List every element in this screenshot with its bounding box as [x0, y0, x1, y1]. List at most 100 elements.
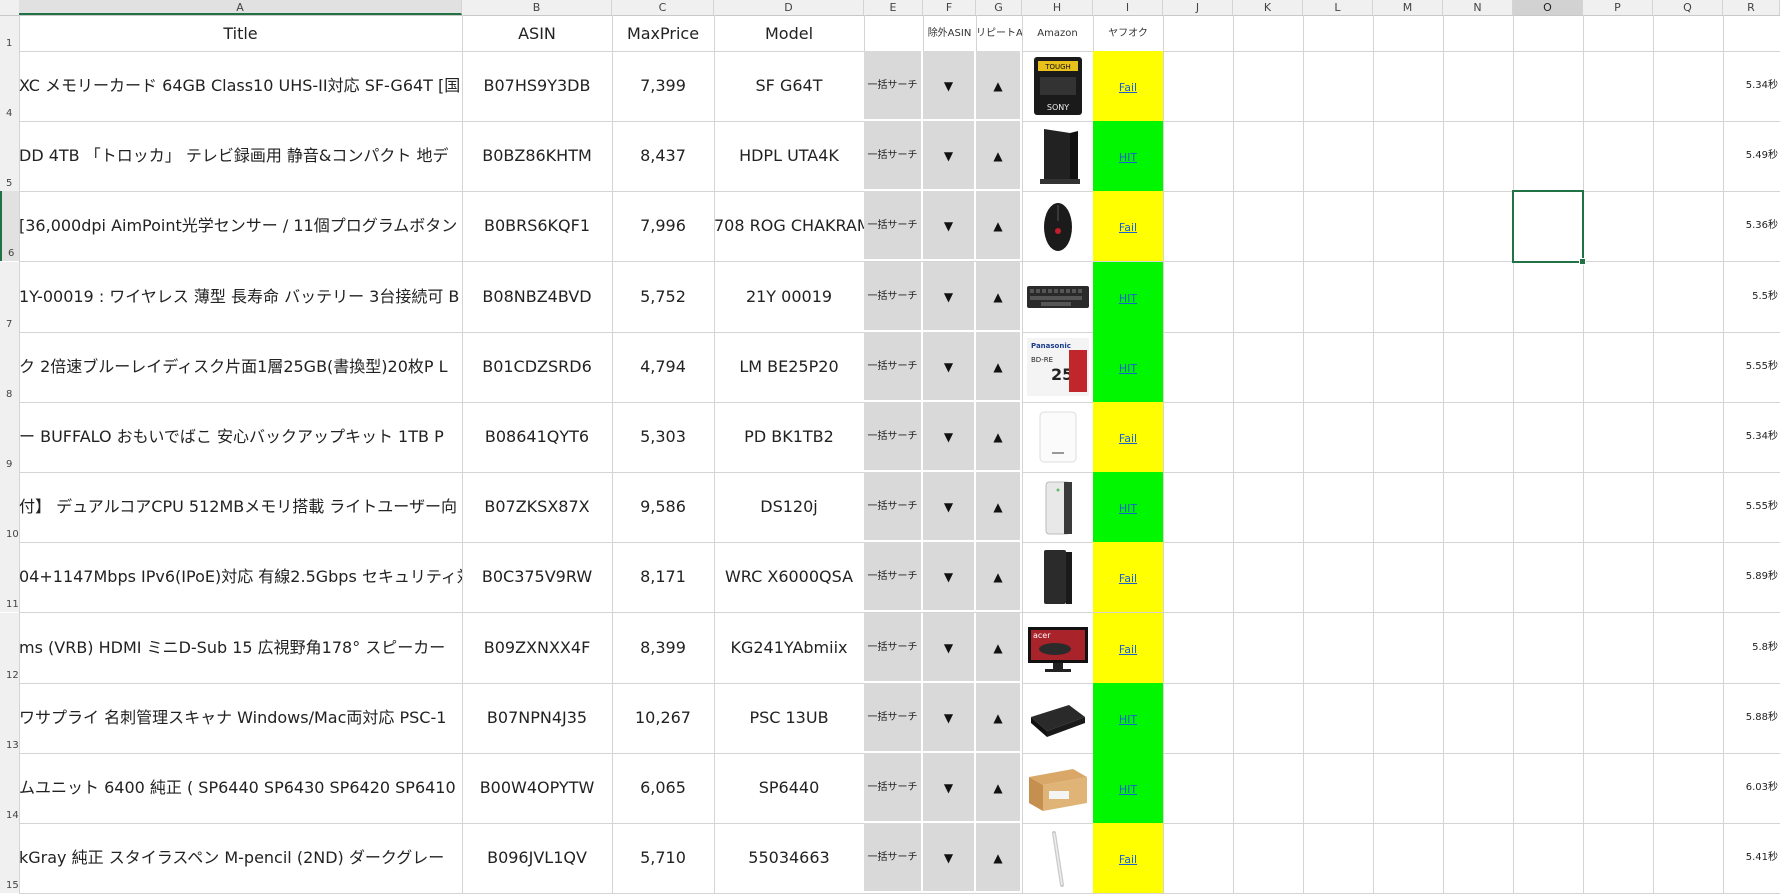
column-header-c[interactable]: C [612, 0, 714, 15]
column-header-i[interactable]: I [1093, 0, 1163, 15]
column-header-k[interactable]: K [1233, 0, 1303, 15]
cell-title[interactable]: 付】 デュアルコアCPU 512MBメモリ搭載 ライトユーザー向 [19, 472, 462, 542]
cell-elapsed-time[interactable]: 5.36秒 [1723, 191, 1780, 261]
column-header-j[interactable]: J [1163, 0, 1233, 15]
cell-elapsed-time[interactable]: 5.89秒 [1723, 542, 1780, 612]
repeat-asin-up-button[interactable]: ▲ [976, 402, 1022, 472]
bulk-search-button[interactable]: 一括サーチ [864, 121, 923, 191]
cell-asin[interactable]: B09ZXNXX4F [462, 613, 612, 683]
cell-model[interactable]: PD BK1TB2 [714, 402, 864, 472]
cell-elapsed-time[interactable]: 6.03秒 [1723, 753, 1780, 823]
cell-model[interactable]: LM BE25P20 [714, 332, 864, 402]
cell-asin[interactable]: B08641QYT6 [462, 402, 612, 472]
column-header-l[interactable]: L [1303, 0, 1373, 15]
row-header-4[interactable]: 4 [0, 51, 19, 121]
cell-model[interactable]: PSC 13UB [714, 683, 864, 753]
bulk-search-button[interactable]: 一括サーチ [864, 191, 923, 261]
hit-link[interactable]: HIT [1119, 362, 1137, 375]
cell-asin[interactable]: B08NBZ4BVD [462, 262, 612, 332]
repeat-asin-up-button[interactable]: ▲ [976, 191, 1022, 261]
column-header-g[interactable]: G [976, 0, 1022, 15]
cell-title[interactable]: ムユニット 6400 純正 ( SP6440 SP6430 SP6420 SP6… [19, 753, 462, 823]
cell-maxprice[interactable]: 5,710 [612, 823, 714, 893]
cell-model[interactable]: SF G64T [714, 51, 864, 121]
spreadsheet[interactable]: ABCDEFGHIJKLMNOPQR 1 4 5 6 7 8 9 10 11 12 13 14 15 T… [0, 0, 1780, 894]
row-header-13[interactable]: 13 [0, 683, 19, 753]
column-header-a[interactable]: A [19, 0, 462, 15]
cell-title[interactable]: [36,000dpi AimPoint光学センサー / 11個プログラムボタン [19, 191, 462, 261]
cell-asin[interactable]: B07HS9Y3DB [462, 51, 612, 121]
cell-maxprice[interactable]: 5,303 [612, 402, 714, 472]
row-header-9[interactable]: 9 [0, 402, 19, 472]
cell-maxprice[interactable]: 5,752 [612, 262, 714, 332]
cell-elapsed-time[interactable]: 5.88秒 [1723, 683, 1780, 753]
cell-elapsed-time[interactable]: 5.41秒 [1723, 823, 1780, 893]
bulk-search-button[interactable]: 一括サーチ [864, 683, 923, 753]
cell-model[interactable]: DS120j [714, 472, 864, 542]
cell-elapsed-time[interactable]: 5.55秒 [1723, 332, 1780, 402]
row-header-1[interactable]: 1 [0, 16, 19, 51]
repeat-asin-up-button[interactable]: ▲ [976, 613, 1022, 683]
exclude-asin-down-button[interactable]: ▼ [923, 542, 976, 612]
cell-maxprice[interactable]: 4,794 [612, 332, 714, 402]
cell-maxprice[interactable]: 6,065 [612, 753, 714, 823]
exclude-asin-down-button[interactable]: ▼ [923, 402, 976, 472]
bulk-search-button[interactable]: 一括サーチ [864, 402, 923, 472]
cell-maxprice[interactable]: 10,267 [612, 683, 714, 753]
column-header-e[interactable]: E [864, 0, 923, 15]
cell-elapsed-time[interactable]: 5.34秒 [1723, 51, 1780, 121]
cell-elapsed-time[interactable]: 5.8秒 [1723, 613, 1780, 683]
row-header-15[interactable]: 15 [0, 823, 19, 893]
row-header-8[interactable]: 8 [0, 332, 19, 402]
cell-model[interactable]: 55034663 [714, 823, 864, 893]
fail-link[interactable]: Fail [1119, 221, 1137, 234]
hit-link[interactable]: HIT [1119, 713, 1137, 726]
fail-link[interactable]: Fail [1119, 853, 1137, 866]
cell-title[interactable]: DD 4TB 「トロッカ」 テレビ録画用 静音&コンパクト 地デ [19, 121, 462, 191]
cell-asin[interactable]: B00W4OPYTW [462, 753, 612, 823]
cell-elapsed-time[interactable]: 5.34秒 [1723, 402, 1780, 472]
bulk-search-button[interactable]: 一括サーチ [864, 51, 923, 121]
column-header-d[interactable]: D [714, 0, 864, 15]
column-header-m[interactable]: M [1373, 0, 1443, 15]
bulk-search-button[interactable]: 一括サーチ [864, 332, 923, 402]
fail-link[interactable]: Fail [1119, 432, 1137, 445]
fail-link[interactable]: Fail [1119, 643, 1137, 656]
exclude-asin-down-button[interactable]: ▼ [923, 472, 976, 542]
cell-asin[interactable]: B0BRS6KQF1 [462, 191, 612, 261]
repeat-asin-up-button[interactable]: ▲ [976, 472, 1022, 542]
column-header-r[interactable]: R [1723, 0, 1780, 15]
hit-link[interactable]: HIT [1119, 502, 1137, 515]
row-header-11[interactable]: 11 [0, 542, 19, 612]
column-header-n[interactable]: N [1443, 0, 1513, 15]
row-header-5[interactable]: 5 [0, 121, 19, 191]
exclude-asin-down-button[interactable]: ▼ [923, 191, 976, 261]
hit-link[interactable]: HIT [1119, 292, 1137, 305]
hit-link[interactable]: HIT [1119, 783, 1137, 796]
cell-title[interactable]: XC メモリーカード 64GB Class10 UHS-II対応 SF-G64T… [19, 51, 462, 121]
row-header-7[interactable]: 7 [0, 262, 19, 332]
fail-link[interactable]: Fail [1119, 81, 1137, 94]
hit-link[interactable]: HIT [1119, 151, 1137, 164]
repeat-asin-up-button[interactable]: ▲ [976, 683, 1022, 753]
repeat-asin-up-button[interactable]: ▲ [976, 51, 1022, 121]
cell-asin[interactable]: B07ZKSX87X [462, 472, 612, 542]
exclude-asin-down-button[interactable]: ▼ [923, 332, 976, 402]
exclude-asin-down-button[interactable]: ▼ [923, 51, 976, 121]
cell-elapsed-time[interactable]: 5.55秒 [1723, 472, 1780, 542]
row-header-10[interactable]: 10 [0, 472, 19, 542]
cell-title[interactable]: 04+1147Mbps IPv6(IPoE)対応 有線2.5Gbps セキュリテ… [19, 542, 462, 612]
cell-elapsed-time[interactable]: 5.5秒 [1723, 262, 1780, 332]
column-header-o[interactable]: O [1513, 0, 1583, 15]
cell-model[interactable]: 21Y 00019 [714, 262, 864, 332]
column-header-h[interactable]: H [1022, 0, 1093, 15]
repeat-asin-up-button[interactable]: ▲ [976, 823, 1022, 893]
bulk-search-button[interactable]: 一括サーチ [864, 542, 923, 612]
row-header-14[interactable]: 14 [0, 753, 19, 823]
bulk-search-button[interactable]: 一括サーチ [864, 472, 923, 542]
exclude-asin-down-button[interactable]: ▼ [923, 683, 976, 753]
exclude-asin-down-button[interactable]: ▼ [923, 753, 976, 823]
cell-title[interactable]: 1Y-00019 : ワイヤレス 薄型 長寿命 バッテリー 3台接続可 B [19, 262, 462, 332]
cell-title[interactable]: kGray 純正 スタイラスペン M-pencil (2ND) ダークグレー [19, 823, 462, 893]
repeat-asin-up-button[interactable]: ▲ [976, 121, 1022, 191]
